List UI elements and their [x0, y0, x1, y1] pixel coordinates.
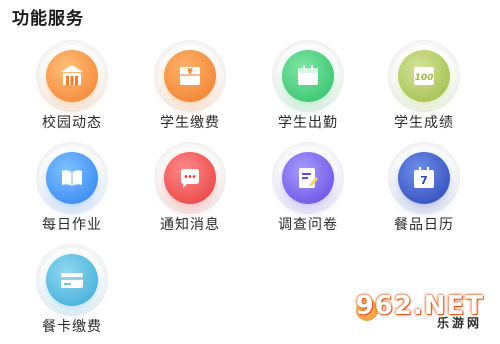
service-survey[interactable]: 调查问卷: [246, 142, 370, 242]
calendar-day-icon: 7: [398, 152, 450, 204]
service-student-payment[interactable]: ¥ 学生缴费: [128, 40, 252, 140]
site-watermark: 962.NET 乐游网: [356, 291, 494, 330]
service-grades[interactable]: 100 学生成绩: [362, 40, 486, 140]
service-label: 调查问卷: [278, 217, 338, 233]
service-label: 通知消息: [160, 217, 220, 233]
edit-document-icon: [282, 152, 334, 204]
service-label: 每日作业: [42, 217, 102, 233]
service-attendance[interactable]: 学生出勤: [246, 40, 370, 140]
service-label: 校园动态: [42, 115, 102, 131]
service-school-news[interactable]: 校园动态: [10, 40, 134, 140]
open-book-icon: [46, 152, 98, 204]
school-building-icon: [46, 50, 98, 102]
score-text: 100: [415, 73, 434, 83]
service-card-payment[interactable]: 餐卡缴费: [10, 244, 134, 344]
calendar-day-text: 7: [420, 174, 428, 187]
watermark-subtext: 乐游网: [436, 316, 482, 330]
svg-text:¥: ¥: [187, 67, 193, 76]
service-grid: 校园动态 ¥ 学生缴费 学生出勤 100 学生成绩 每日作业 通知消息 调查问卷…: [0, 0, 500, 335]
service-label: 餐卡缴费: [42, 319, 102, 335]
service-label: 学生成绩: [394, 115, 454, 131]
service-homework[interactable]: 每日作业: [10, 142, 134, 242]
service-label: 餐品日历: [394, 217, 454, 233]
calendar-check-icon: [282, 50, 334, 102]
service-notices[interactable]: 通知消息: [128, 142, 252, 242]
service-label: 学生出勤: [278, 115, 338, 131]
score-100-icon: 100: [398, 50, 450, 102]
service-label: 学生缴费: [160, 115, 220, 131]
bank-card-icon: [46, 254, 98, 306]
payment-yen-icon: ¥: [164, 50, 216, 102]
service-meal-calendar[interactable]: 7 餐品日历: [362, 142, 486, 242]
chat-bubble-icon: [164, 152, 216, 204]
